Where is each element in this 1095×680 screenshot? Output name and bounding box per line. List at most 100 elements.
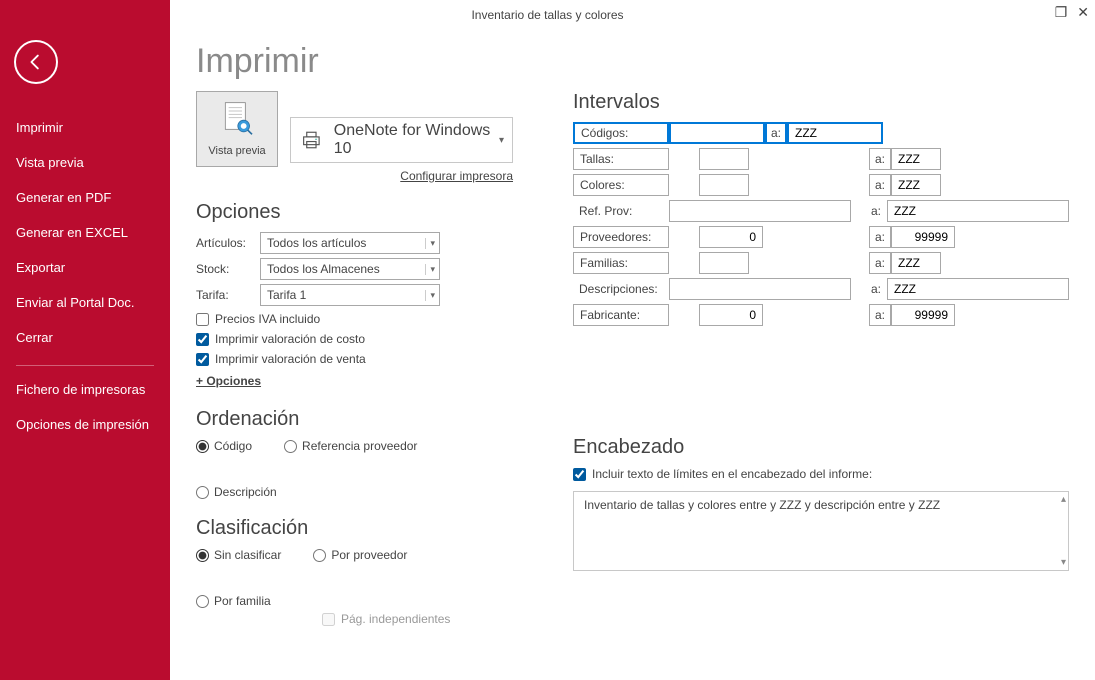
desc-from[interactable] (670, 279, 850, 299)
chevron-down-icon: ▾ (425, 264, 435, 275)
colores-label: Colores: (573, 174, 669, 196)
radio-prov[interactable]: Por proveedor (313, 548, 407, 562)
sidebar-item-imprimir[interactable]: Imprimir (0, 110, 170, 145)
desc-label: Descripciones: (573, 278, 669, 300)
printer-select[interactable]: OneNote for Windows 10 ▾ (290, 117, 513, 163)
maximize-icon[interactable]: ❐ (1055, 4, 1068, 21)
fab-from[interactable] (700, 305, 762, 325)
radio-codigo[interactable]: Código (196, 439, 252, 453)
ival-colores: Colores: a: (573, 174, 1069, 196)
sidebar-item-opciones[interactable]: Opciones de impresión (0, 407, 170, 442)
header-text: Inventario de tallas y colores entre y Z… (584, 498, 940, 512)
codigos-to[interactable] (789, 124, 881, 142)
sidebar: Imprimir Vista previa Generar en PDF Gen… (0, 0, 170, 680)
header-textbox[interactable]: Inventario de tallas y colores entre y Z… (573, 491, 1069, 571)
radio-sin[interactable]: Sin clasificar (196, 548, 281, 562)
ival-familias: Familias: a: (573, 252, 1069, 274)
orden-heading: Ordenación (196, 408, 513, 431)
right-column: Intervalos Códigos: a: Tallas: a: Colore… (573, 91, 1069, 626)
ival-fabricante: Fabricante: a: (573, 304, 1069, 326)
encabezado-heading: Encabezado (573, 436, 1069, 459)
fab-label: Fabricante: (573, 304, 669, 326)
refprov-from[interactable] (670, 201, 850, 221)
printer-name: OneNote for Windows 10 (334, 122, 504, 158)
colores-from[interactable] (700, 175, 748, 195)
refprov-label: Ref. Prov: (573, 200, 669, 222)
chk-iva[interactable]: Precios IVA incluido (196, 312, 513, 326)
fam-label: Familias: (573, 252, 669, 274)
codigos-from[interactable] (671, 124, 763, 142)
document-preview-icon (220, 101, 254, 141)
prov-to[interactable] (892, 227, 954, 247)
vista-previa-label: Vista previa (208, 145, 265, 157)
chk-pag-indep: Pág. independientes (322, 612, 513, 626)
prov-label: Proveedores: (573, 226, 669, 248)
options-heading: Opciones (196, 201, 513, 224)
articulos-label: Artículos: (196, 236, 252, 250)
ival-refprov: Ref. Prov: a: (573, 200, 1069, 222)
desc-a: a: (865, 278, 887, 300)
tallas-label: Tallas: (573, 148, 669, 170)
fab-to[interactable] (892, 305, 954, 325)
desc-to[interactable] (888, 279, 1068, 299)
refprov-a: a: (865, 200, 887, 222)
back-button[interactable] (14, 40, 58, 84)
codigos-label: Códigos: (573, 122, 669, 144)
sidebar-item-cerrar[interactable]: Cerrar (0, 320, 170, 355)
scroll-up-icon[interactable]: ▴ (1061, 494, 1066, 505)
vista-previa-button[interactable]: Vista previa (196, 91, 278, 167)
fab-a: a: (869, 304, 891, 326)
articulos-combo[interactable]: Todos los artículos▾ (260, 232, 440, 254)
window-title: Inventario de tallas y colores (471, 8, 623, 22)
sidebar-item-vista-previa[interactable]: Vista previa (0, 145, 170, 180)
tallas-a: a: (869, 148, 891, 170)
tarifa-combo[interactable]: Tarifa 1▾ (260, 284, 440, 306)
more-options-link[interactable]: + Opciones (196, 374, 261, 388)
arrow-left-icon (25, 51, 47, 73)
tarifa-label: Tarifa: (196, 288, 252, 302)
stock-label: Stock: (196, 262, 252, 276)
radio-desc[interactable]: Descripción (196, 485, 277, 499)
sidebar-separator (16, 365, 154, 366)
radio-fam[interactable]: Por familia (196, 594, 271, 608)
main-content: Imprimir Vista previa (170, 30, 1095, 680)
fam-from[interactable] (700, 253, 748, 273)
chevron-down-icon: ▾ (499, 135, 504, 146)
radio-ref[interactable]: Referencia proveedor (284, 439, 417, 453)
chevron-down-icon: ▾ (425, 238, 435, 249)
chk-incluir-limites[interactable]: Incluir texto de límites en el encabezad… (573, 467, 1069, 481)
fam-to[interactable] (892, 253, 940, 273)
printer-icon (299, 127, 324, 153)
sidebar-item-portal[interactable]: Enviar al Portal Doc. (0, 285, 170, 320)
ival-codigos: Códigos: a: (573, 122, 1069, 144)
ival-descrip: Descripciones: a: (573, 278, 1069, 300)
sidebar-item-exportar[interactable]: Exportar (0, 250, 170, 285)
fam-a: a: (869, 252, 891, 274)
clasif-radios: Sin clasificar Por proveedor Por familia (196, 548, 513, 608)
prov-a: a: (869, 226, 891, 248)
prov-from[interactable] (700, 227, 762, 247)
left-column: Vista previa OneNote for Windows 10 ▾ Co (196, 91, 513, 626)
orden-radios: Código Referencia proveedor Descripción (196, 439, 513, 499)
close-icon[interactable]: ✕ (1077, 4, 1089, 21)
chk-costo[interactable]: Imprimir valoración de costo (196, 332, 513, 346)
tallas-to[interactable] (892, 149, 940, 169)
config-printer-link[interactable]: Configurar impresora (400, 169, 513, 183)
sidebar-item-pdf[interactable]: Generar en PDF (0, 180, 170, 215)
refprov-to[interactable] (888, 201, 1068, 221)
sidebar-item-excel[interactable]: Generar en EXCEL (0, 215, 170, 250)
stock-combo[interactable]: Todos los Almacenes▾ (260, 258, 440, 280)
intervalos-heading: Intervalos (573, 91, 1069, 114)
chevron-down-icon: ▾ (425, 290, 435, 301)
scroll-down-icon[interactable]: ▾ (1061, 557, 1066, 568)
tallas-from[interactable] (700, 149, 748, 169)
ival-tallas: Tallas: a: (573, 148, 1069, 170)
colores-to[interactable] (892, 175, 940, 195)
codigos-a: a: (765, 122, 787, 144)
sidebar-item-fichero[interactable]: Fichero de impresoras (0, 372, 170, 407)
page-title: Imprimir (196, 42, 1069, 81)
ival-proveedores: Proveedores: a: (573, 226, 1069, 248)
clasif-heading: Clasificación (196, 517, 513, 540)
colores-a: a: (869, 174, 891, 196)
chk-venta[interactable]: Imprimir valoración de venta (196, 352, 513, 366)
